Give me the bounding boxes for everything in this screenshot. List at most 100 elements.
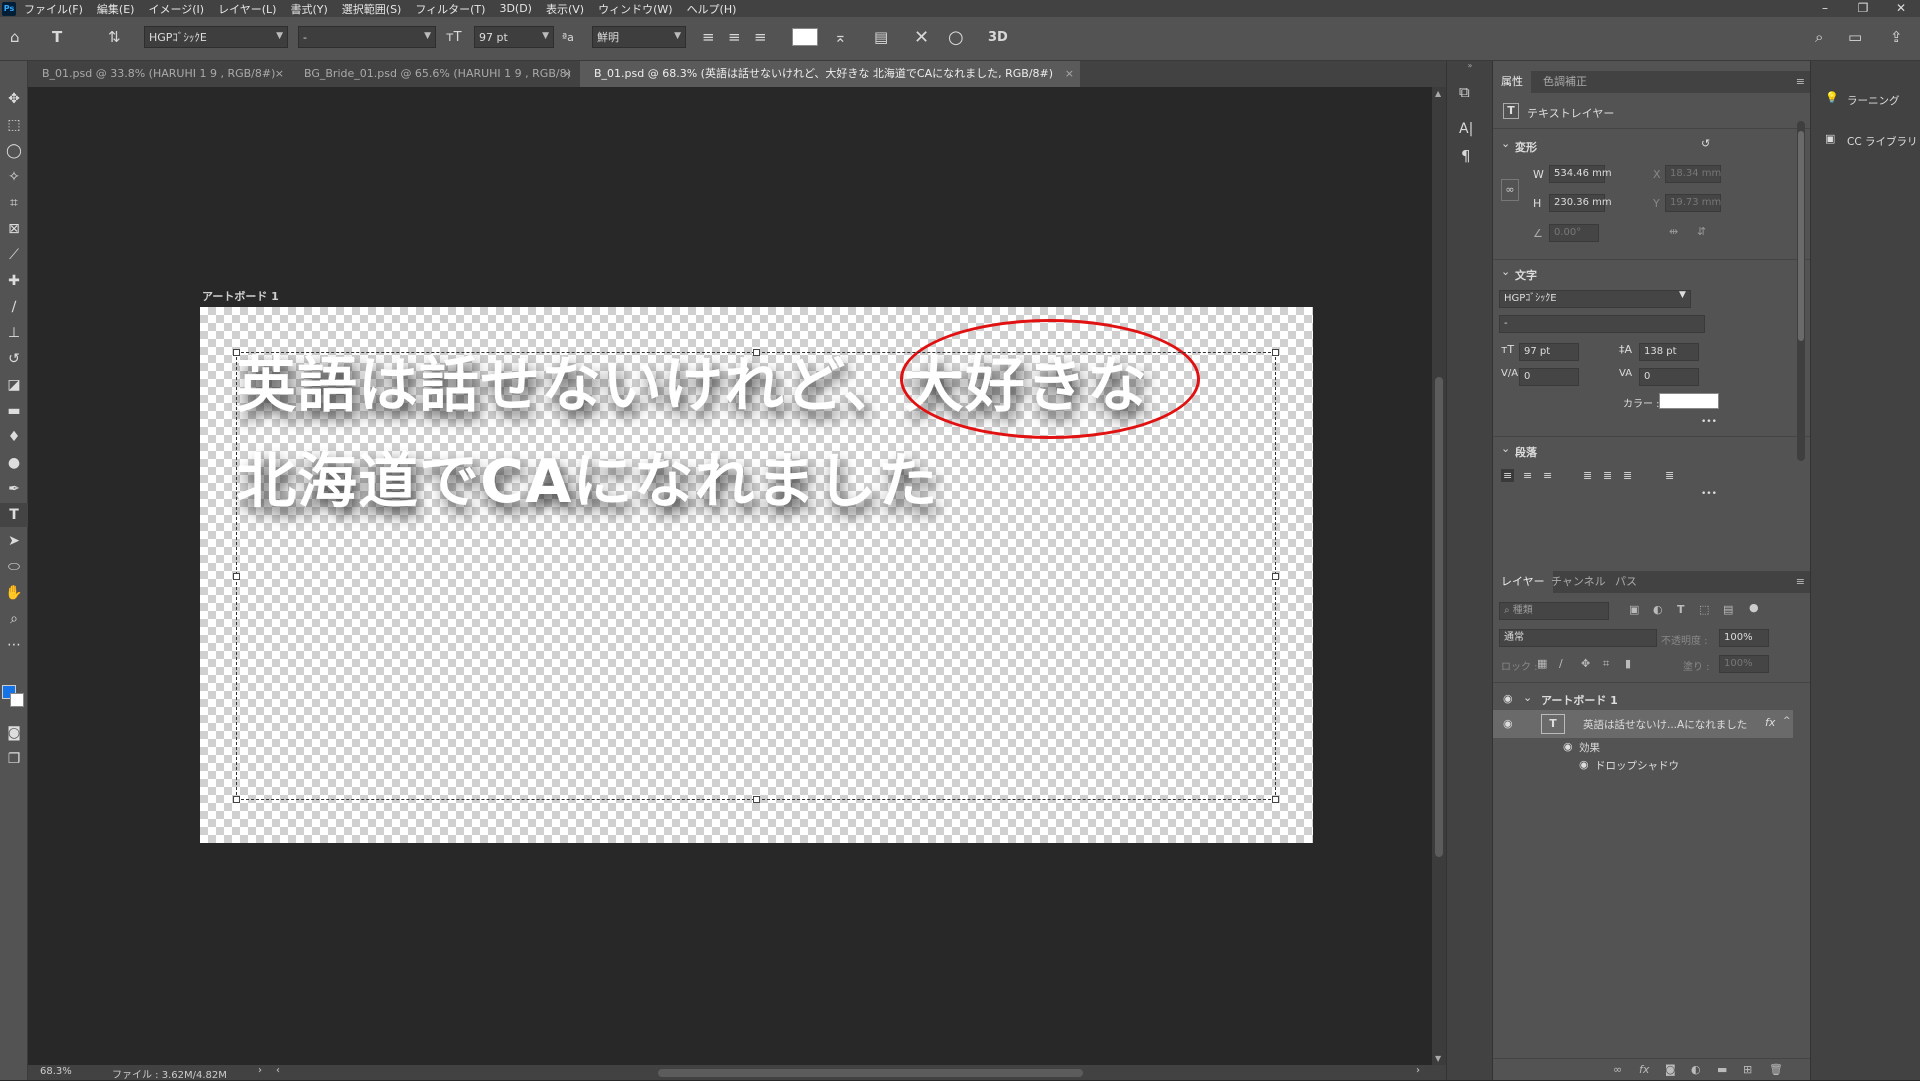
- artboard[interactable]: 英語は話せないけれど、大好きな 北海道でCAになれました: [200, 307, 1313, 843]
- commit-icon[interactable]: ○: [948, 26, 970, 48]
- frame-tool-icon[interactable]: ⊠: [0, 217, 28, 241]
- lock-artboard-icon[interactable]: ⌗: [1603, 657, 1609, 671]
- eye-icon[interactable]: ◉: [1579, 758, 1589, 771]
- magic-wand-tool-icon[interactable]: ✧: [0, 165, 28, 189]
- lock-position-icon[interactable]: ✥: [1581, 657, 1590, 670]
- close-tab-icon[interactable]: ×: [563, 61, 572, 87]
- status-menu-arrow-icon[interactable]: ›: [258, 1065, 262, 1076]
- antialias-select[interactable]: 鮮明 ▼: [592, 26, 686, 48]
- align-right-icon[interactable]: ≡: [754, 26, 776, 48]
- history-brush-tool-icon[interactable]: ↺: [0, 347, 28, 371]
- pen-tool-icon[interactable]: ✒: [0, 477, 28, 501]
- properties-scrollbar[interactable]: [1797, 121, 1805, 461]
- delete-layer-icon[interactable]: 🗑: [1769, 1063, 1783, 1076]
- close-window-icon[interactable]: ✕: [1882, 0, 1920, 17]
- x-input[interactable]: 18.34 mm: [1665, 165, 1721, 183]
- filter-smart-object-icon[interactable]: ▤: [1723, 603, 1733, 616]
- clone-stamp-tool-icon[interactable]: ⊥: [0, 321, 28, 345]
- zoom-level[interactable]: 68.3%: [40, 1066, 72, 1077]
- opacity-input[interactable]: 100%: [1719, 629, 1769, 647]
- chevron-down-icon[interactable]: ▼: [1679, 290, 1686, 300]
- paragraph-section-title[interactable]: 段落: [1515, 444, 1537, 460]
- brush-tool-icon[interactable]: ∕: [0, 295, 28, 319]
- menu-view[interactable]: 表示(V): [546, 1, 584, 17]
- properties-scroll-thumb[interactable]: [1798, 131, 1804, 341]
- lock-transparent-icon[interactable]: ▦: [1537, 657, 1547, 670]
- filter-type-icon[interactable]: T: [1677, 603, 1685, 616]
- menu-window[interactable]: ウィンドウ(W): [598, 1, 672, 17]
- menu-filter[interactable]: フィルター(T): [415, 1, 485, 17]
- adjustment-layer-icon[interactable]: ◐: [1691, 1063, 1701, 1076]
- character-color-swatch[interactable]: [1659, 393, 1719, 409]
- workspace-icon[interactable]: ▭: [1848, 26, 1870, 48]
- tab-channels[interactable]: チャンネル: [1543, 571, 1614, 593]
- eye-icon[interactable]: ◉: [1563, 740, 1573, 753]
- more-tools-icon[interactable]: ⋯: [0, 633, 28, 657]
- background-color-swatch[interactable]: [10, 693, 24, 707]
- menu-3d[interactable]: 3D(D): [499, 2, 532, 15]
- font-family-select[interactable]: HGPｺﾞｼｯｸE ▼: [144, 26, 288, 48]
- panel-menu-icon[interactable]: ≡: [1796, 71, 1805, 93]
- para-align-right-icon[interactable]: ≡: [1543, 469, 1552, 482]
- reset-transform-icon[interactable]: ↺: [1701, 137, 1710, 150]
- eyedropper-tool-icon[interactable]: ⟋: [0, 243, 28, 267]
- filter-adjustment-icon[interactable]: ◐: [1653, 603, 1663, 616]
- horizontal-scroll-thumb[interactable]: [658, 1069, 1083, 1077]
- crop-tool-icon[interactable]: ⌗: [0, 191, 28, 215]
- search-icon[interactable]: ⌕: [1815, 26, 1837, 48]
- type-tool-preset-icon[interactable]: T: [52, 26, 74, 48]
- character-more-button[interactable]: •••: [1701, 417, 1717, 427]
- chevron-up-icon[interactable]: ^: [1783, 716, 1791, 726]
- layer-row-artboard[interactable]: ◉ ⌄ アートボード 1: [1493, 688, 1793, 710]
- chevron-down-icon[interactable]: ⌄: [1501, 265, 1510, 278]
- transform-handle[interactable]: [233, 796, 240, 803]
- character-panel-icon[interactable]: ▤: [874, 26, 896, 48]
- lock-pixels-icon[interactable]: ∕: [1559, 657, 1563, 670]
- filter-pixel-icon[interactable]: ▣: [1629, 603, 1639, 616]
- eraser-tool-icon[interactable]: ◪: [0, 373, 28, 397]
- tab-properties[interactable]: 属性: [1493, 71, 1531, 93]
- ellipse-tool-icon[interactable]: ⬭: [0, 555, 28, 579]
- tracking-input[interactable]: 0: [1639, 368, 1699, 386]
- marquee-tool-icon[interactable]: ⬚: [0, 113, 28, 137]
- scroll-down-icon[interactable]: ▼: [1435, 1054, 1441, 1063]
- minimize-icon[interactable]: –: [1806, 0, 1844, 17]
- path-selection-tool-icon[interactable]: ➤: [0, 529, 28, 553]
- character-style-select[interactable]: -: [1499, 315, 1705, 333]
- link-icon[interactable]: ∞: [1501, 179, 1519, 201]
- tab-b01-33[interactable]: B_01.psd @ 33.8% (HARUHI 1 9 , RGB/8#) ×: [28, 61, 290, 87]
- height-input[interactable]: 230.36 mm: [1549, 194, 1612, 212]
- character-section-title[interactable]: 文字: [1515, 267, 1537, 283]
- new-group-icon[interactable]: ▬: [1717, 1063, 1727, 1076]
- zoom-tool-icon[interactable]: ⌕: [0, 607, 28, 631]
- kerning-input[interactable]: 0: [1519, 368, 1579, 386]
- fx-badge[interactable]: fx: [1765, 716, 1775, 729]
- collapse-icon[interactable]: »: [1447, 61, 1493, 71]
- layer-filter-select[interactable]: ⌕ 種類: [1499, 602, 1609, 620]
- tab-b01-68-active[interactable]: B_01.psd @ 68.3% (英語は話せないけれど、大好きな 北海道でCA…: [580, 61, 1080, 87]
- flip-vertical-icon[interactable]: ⇵: [1697, 225, 1706, 238]
- scroll-up-icon[interactable]: ▲: [1435, 89, 1441, 98]
- dodge-tool-icon[interactable]: ●: [0, 451, 28, 475]
- panel-menu-icon[interactable]: ≡: [1796, 571, 1805, 593]
- menu-type[interactable]: 書式(Y): [290, 1, 327, 17]
- text-color-swatch[interactable]: [792, 28, 818, 46]
- tab-bg-bride[interactable]: BG_Bride_01.psd @ 65.6% (HARUHI 1 9 , RG…: [290, 61, 578, 87]
- blur-tool-icon[interactable]: ♦: [0, 425, 28, 449]
- menu-image[interactable]: イメージ(I): [148, 1, 204, 17]
- transform-handle[interactable]: [233, 573, 240, 580]
- blend-mode-select[interactable]: 通常: [1499, 629, 1657, 647]
- close-tab-icon[interactable]: ×: [1065, 61, 1074, 87]
- character-panel-icon[interactable]: A|: [1459, 121, 1473, 137]
- justify-last-right-icon[interactable]: ≣: [1623, 469, 1632, 482]
- layer-row-effects[interactable]: ◉ 効果: [1493, 738, 1793, 756]
- y-input[interactable]: 19.73 mm: [1665, 194, 1721, 212]
- add-mask-icon[interactable]: ◙: [1665, 1063, 1676, 1076]
- vertical-scroll-thumb[interactable]: [1435, 377, 1443, 857]
- chevron-down-icon[interactable]: ⌄: [1501, 442, 1510, 455]
- menu-file[interactable]: ファイル(F): [24, 1, 83, 17]
- menu-help[interactable]: ヘルプ(H): [687, 1, 737, 17]
- home-icon[interactable]: ⌂: [10, 26, 32, 48]
- toggle-text-orientation-icon[interactable]: ⇅: [108, 26, 130, 48]
- text-bounding-box[interactable]: [233, 349, 1279, 803]
